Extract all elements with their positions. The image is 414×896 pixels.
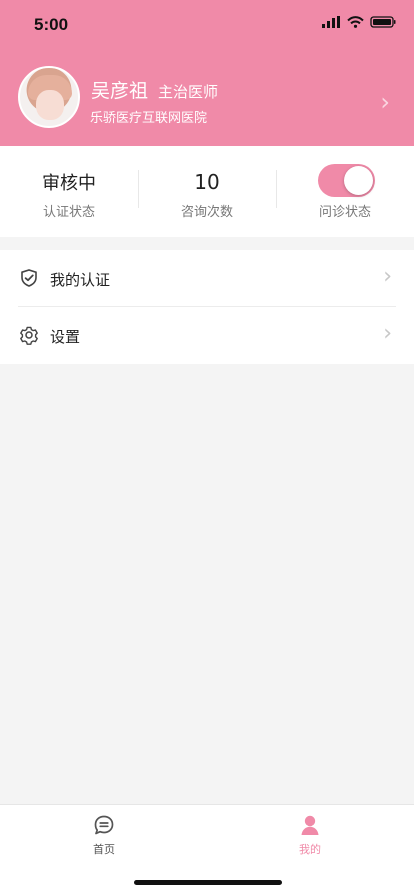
wifi-icon — [347, 16, 364, 28]
home-indicator — [134, 880, 282, 885]
chevron-right-icon[interactable]: › — [380, 90, 390, 114]
tab-home[interactable]: 首页 — [54, 813, 154, 859]
toggle-knob — [344, 166, 373, 195]
tab-label: 首页 — [93, 843, 115, 856]
consultation-state-label: 问诊状态 — [318, 205, 371, 220]
consultation-count-label: 咨询次数 — [180, 205, 233, 220]
tab-mine[interactable]: 我的 — [260, 813, 360, 859]
chevron-right-icon: › — [383, 321, 392, 346]
doctor-title: 主治医师 — [158, 83, 219, 101]
doctor-name: 吴彦祖 — [91, 80, 149, 102]
status-bar: 5:00 — [0, 0, 414, 50]
battery-icon — [370, 16, 396, 28]
chevron-right-icon: › — [383, 264, 392, 289]
status-time: 5:00 — [34, 15, 69, 34]
consultation-count-value: 10 — [194, 170, 220, 194]
avatar[interactable] — [18, 66, 80, 128]
profile-header[interactable]: 5:00 吴彦祖 主治医师 乐骄医疗互联网医院 › — [0, 0, 414, 146]
tab-label: 我的 — [299, 843, 321, 856]
menu-item-label: 设置 — [50, 328, 81, 346]
stat-consultation-count: 10 咨询次数 — [138, 146, 276, 237]
settings-menu: 我的认证 › 设置 › — [0, 250, 414, 364]
consultation-toggle[interactable] — [318, 164, 375, 197]
menu-item-label: 我的认证 — [50, 271, 111, 289]
stat-consultation-state: 问诊状态 — [276, 146, 414, 237]
gear-icon — [20, 326, 38, 345]
chat-bubble-icon — [94, 815, 114, 835]
person-icon — [301, 815, 319, 835]
certification-status-label: 认证状态 — [42, 205, 95, 220]
stats-panel: 审核中 认证状态 10 咨询次数 问诊状态 — [0, 146, 414, 237]
menu-item-my-certification[interactable]: 我的认证 › — [0, 250, 414, 307]
signal-icon — [322, 16, 340, 28]
avatar-face — [36, 90, 64, 120]
hospital-name: 乐骄医疗互联网医院 — [90, 111, 208, 126]
menu-item-settings[interactable]: 设置 › — [0, 307, 414, 364]
doctor-name-row: 吴彦祖 主治医师 — [91, 76, 218, 103]
stat-certification-status: 审核中 认证状态 — [0, 146, 138, 237]
certification-status-value: 审核中 — [42, 173, 96, 194]
status-icons — [322, 16, 396, 28]
shield-check-icon — [21, 269, 37, 287]
